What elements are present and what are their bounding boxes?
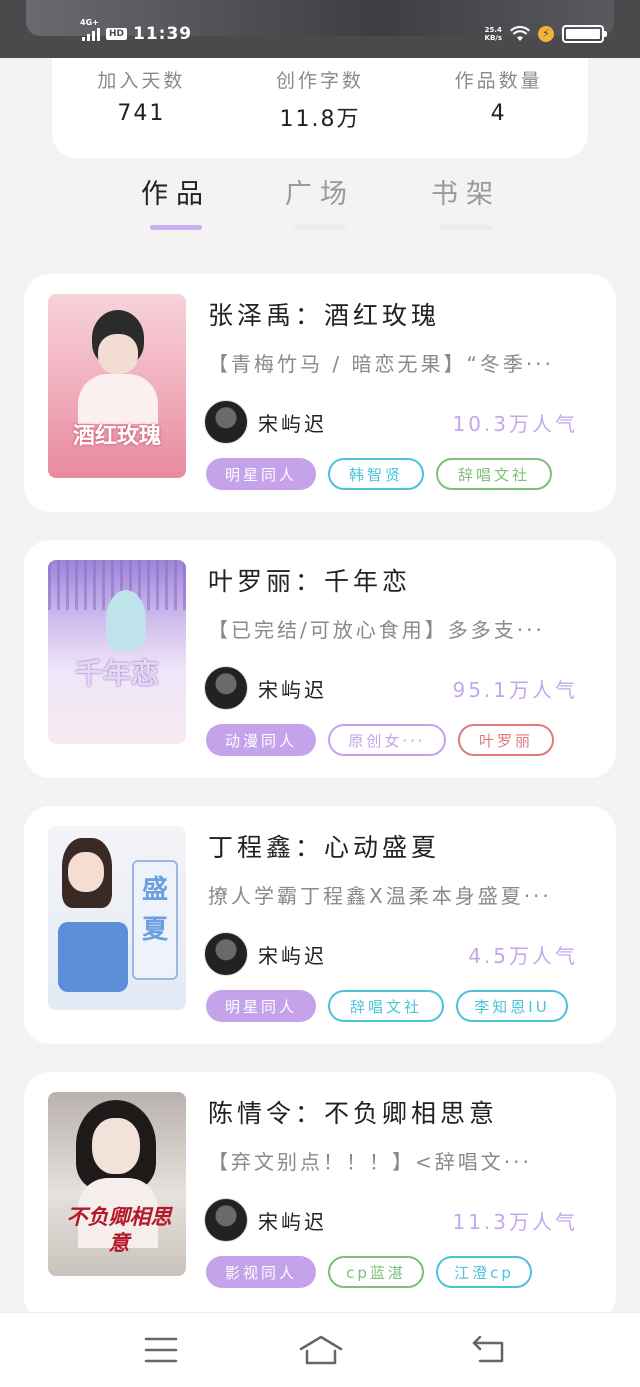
book-description: 【已完结/可放心食用】多多支··· [208, 618, 545, 642]
book-description: 撩人学霸丁程鑫X温柔本身盛夏··· [208, 884, 552, 908]
stat-label: 创作字数 [275, 70, 364, 92]
cover-title: 不负卿相思意 [66, 1204, 172, 1255]
book-title: 张泽禹：酒红玫瑰 [208, 301, 441, 330]
book-description: 【弃文别点！！！】<辞唱文··· [208, 1150, 532, 1174]
stats-card: 加入天数 741 创作字数 11.8万 作品数量 4 [52, 58, 588, 158]
author-name: 宋屿迟 [258, 412, 327, 436]
stat-label: 作品数量 [454, 70, 543, 92]
tag[interactable]: 韩智贤 [328, 458, 424, 490]
popularity-count: 10.3万人气 [452, 412, 578, 436]
hd-icon: HD [106, 28, 128, 40]
book-title: 陈情令：不负卿相思意 [208, 1099, 499, 1128]
tag[interactable]: 江澄cp [436, 1256, 532, 1288]
author-avatar[interactable] [204, 400, 248, 444]
author-name: 宋屿迟 [258, 1210, 327, 1234]
tag-list: 明星同人 韩智贤 辞唱文社 [206, 458, 552, 490]
book-card[interactable]: 不负卿相思意 陈情令：不负卿相思意 【弃文别点！！！】<辞唱文··· 宋屿迟 1… [24, 1072, 616, 1322]
profile-section: 加入天数 741 创作字数 11.8万 作品数量 4 作品 广场 书架 [0, 58, 640, 248]
cellular-signal-icon: 4G+ [80, 18, 100, 41]
tab-works[interactable]: 作品 [126, 172, 226, 230]
back-icon[interactable] [470, 1333, 510, 1367]
network-speed-value: 25.4 [484, 26, 502, 34]
network-type: 4G+ [80, 18, 99, 27]
system-nav-bar [0, 1312, 640, 1387]
stat-word-count: 创作字数 11.8万 [250, 66, 390, 133]
tab-active-indicator [150, 225, 202, 230]
tag[interactable]: 明星同人 [206, 990, 316, 1022]
author-name: 宋屿迟 [258, 678, 327, 702]
cover-title: 酒红玫瑰 [72, 423, 161, 449]
stat-value: 11.8万 [279, 107, 361, 132]
tab-indicator [294, 225, 346, 230]
home-icon[interactable] [298, 1333, 344, 1367]
tag[interactable]: 影视同人 [206, 1256, 316, 1288]
book-cover-image: 酒红玫瑰 [48, 294, 186, 478]
tag[interactable]: 叶罗丽 [458, 724, 554, 756]
tag[interactable]: 动漫同人 [206, 724, 316, 756]
stat-works-count: 作品数量 4 [429, 66, 569, 126]
status-bar: 4G+ HD 11:39 25.4 KB/s ⚡ [0, 18, 640, 50]
book-description: 【青梅竹马 / 暗恋无果】“冬季··· [208, 352, 554, 376]
stat-join-days: 加入天数 741 [71, 66, 211, 126]
charging-icon: ⚡ [538, 26, 554, 42]
cover-title: 盛夏 [141, 875, 168, 945]
tab-bookshelf[interactable]: 书架 [416, 172, 516, 230]
network-speed: 25.4 KB/s [485, 26, 502, 42]
tag[interactable]: 辞唱文社 [436, 458, 552, 490]
tag-list: 影视同人 cp蓝湛 江澄cp [206, 1256, 532, 1288]
tag[interactable]: 李知恩IU [456, 990, 568, 1022]
book-title: 丁程鑫：心动盛夏 [208, 833, 441, 862]
stat-label: 加入天数 [97, 70, 186, 92]
menu-icon[interactable] [142, 1333, 182, 1367]
profile-tabs: 作品 广场 书架 [0, 172, 640, 232]
popularity-count: 11.3万人气 [452, 1210, 578, 1234]
tag[interactable]: 明星同人 [206, 458, 316, 490]
network-speed-unit: KB/s [484, 34, 502, 42]
cover-title: 千年恋 [74, 657, 159, 690]
book-cover-image: 千年恋 [48, 560, 186, 744]
clock: 11:39 [133, 24, 193, 44]
stat-value: 741 [117, 101, 166, 126]
book-card[interactable]: 酒红玫瑰 张泽禹：酒红玫瑰 【青梅竹马 / 暗恋无果】“冬季··· 宋屿迟 10… [24, 274, 616, 512]
popularity-count: 95.1万人气 [452, 678, 578, 702]
wifi-icon [510, 26, 530, 41]
author-avatar[interactable] [204, 1198, 248, 1242]
book-cover-image: 不负卿相思意 [48, 1092, 186, 1276]
tab-label: 广场 [285, 179, 355, 210]
stat-value: 4 [490, 101, 507, 126]
author-name: 宋屿迟 [258, 944, 327, 968]
battery-icon [562, 25, 607, 43]
book-cover-image: 盛夏 [48, 826, 186, 1010]
tab-square[interactable]: 广场 [270, 172, 370, 230]
tag[interactable]: 辞唱文社 [328, 990, 444, 1022]
tab-label: 书架 [431, 179, 501, 210]
popularity-count: 4.5万人气 [468, 944, 578, 968]
tab-label: 作品 [141, 179, 211, 210]
tag[interactable]: cp蓝湛 [328, 1256, 424, 1288]
author-avatar[interactable] [204, 932, 248, 976]
book-card[interactable]: 千年恋 叶罗丽：千年恋 【已完结/可放心食用】多多支··· 宋屿迟 95.1万人… [24, 540, 616, 778]
author-avatar[interactable] [204, 666, 248, 710]
tag-list: 明星同人 辞唱文社 李知恩IU [206, 990, 568, 1022]
tag-list: 动漫同人 原创女··· 叶罗丽 [206, 724, 554, 756]
tag[interactable]: 原创女··· [328, 724, 446, 756]
tab-indicator [440, 225, 492, 230]
book-card[interactable]: 盛夏 丁程鑫：心动盛夏 撩人学霸丁程鑫X温柔本身盛夏··· 宋屿迟 4.5万人气… [24, 806, 616, 1044]
book-title: 叶罗丽：千年恋 [208, 567, 412, 596]
